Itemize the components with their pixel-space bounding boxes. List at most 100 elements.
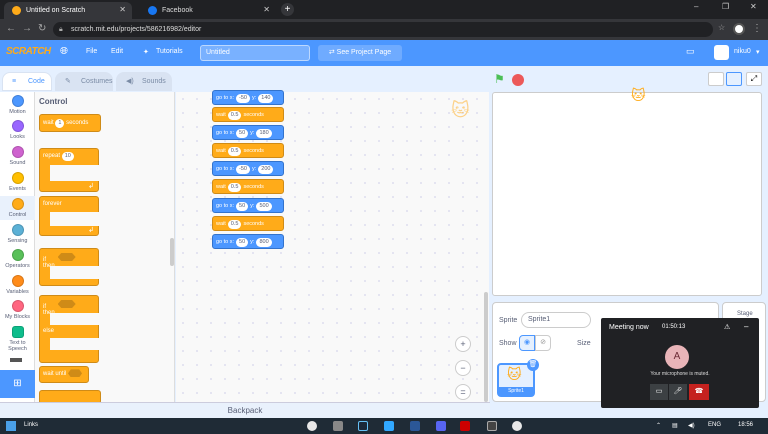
category-sensing[interactable]: Sensing	[0, 224, 35, 244]
reload-icon[interactable]: ↻	[38, 23, 46, 34]
y-input[interactable]: 180	[256, 129, 272, 138]
chrome-icon[interactable]	[307, 421, 317, 431]
category-events[interactable]: Events	[0, 172, 35, 192]
category-my-blocks[interactable]: My Blocks	[0, 300, 35, 320]
seconds-input[interactable]: 0.5	[227, 147, 242, 156]
menu-file[interactable]: File	[86, 48, 97, 55]
show-visible-icon[interactable]: ◉	[519, 335, 535, 351]
back-icon[interactable]: ←	[6, 23, 16, 34]
hide-icon[interactable]: ⊘	[535, 335, 551, 351]
network-icon[interactable]: ▤	[672, 422, 678, 429]
seconds-input[interactable]: 0.5	[227, 183, 242, 192]
app-icon[interactable]	[333, 421, 343, 431]
y-input[interactable]: 500	[256, 202, 272, 211]
category-motion[interactable]: Motion	[0, 95, 35, 115]
y-input[interactable]: 800	[256, 238, 272, 247]
block-wait[interactable]: wait 0.5 seconds	[212, 179, 284, 194]
block-wait[interactable]: wait 0.5 seconds	[212, 107, 284, 122]
zoom-in-button[interactable]: +	[455, 336, 471, 352]
category-control[interactable]: Control	[0, 196, 35, 220]
block-goto-xy[interactable]: go to x: 50 y: 500	[212, 198, 284, 213]
camera-icon[interactable]: ▭	[650, 384, 668, 400]
x-input[interactable]: -50	[236, 94, 250, 103]
maximize-button[interactable]: ❐	[722, 2, 729, 11]
x-input[interactable]: 50	[236, 129, 249, 138]
seconds-input[interactable]: 0.5	[227, 111, 242, 120]
category-sound[interactable]: Sound	[0, 146, 35, 166]
star-icon[interactable]: ☆	[718, 23, 725, 32]
block-wait[interactable]: wait 0.5 seconds	[212, 216, 284, 231]
condition-slot[interactable]	[68, 369, 83, 378]
y-input[interactable]: 140	[258, 94, 274, 103]
sprite-name-input[interactable]: Sprite1	[521, 312, 591, 328]
block-forever[interactable]: forever ↲	[39, 196, 100, 236]
project-title-input[interactable]: Untitled	[200, 45, 310, 61]
app-icon[interactable]	[460, 421, 470, 431]
sprite-on-stage[interactable]: 🐱︎	[631, 87, 646, 104]
category-looks[interactable]: Looks	[0, 120, 35, 140]
x-input[interactable]: 50	[236, 238, 249, 247]
seconds-input[interactable]: 0.5	[227, 220, 242, 229]
menu-edit[interactable]: Edit	[111, 48, 123, 55]
chevron-down-icon[interactable]: ▾	[756, 48, 760, 56]
zoom-out-button[interactable]: −	[455, 360, 471, 376]
forward-icon[interactable]: →	[22, 23, 32, 34]
minimize-meeting-button[interactable]: –	[744, 322, 748, 331]
tab-untitled-scratch[interactable]: Untitled on Scratch ✕	[4, 2, 132, 19]
new-tab-button[interactable]: +	[281, 3, 294, 16]
menu-icon[interactable]: ⋮	[752, 23, 762, 34]
fullscreen-icon[interactable]: ⤢	[746, 72, 762, 86]
clock[interactable]: 18:56	[738, 422, 753, 428]
stage-canvas[interactable]: 🐱︎	[492, 87, 762, 296]
block-input[interactable]: 1	[55, 119, 65, 128]
condition-slot[interactable]	[57, 253, 76, 261]
block-repeat[interactable]: repeat 10 ↲	[39, 148, 100, 192]
block-goto-xy[interactable]: go to x: -50 y: 140	[212, 90, 284, 105]
block-if-else[interactable]: if then else	[39, 295, 100, 363]
globe-icon[interactable]: 🌐︎	[60, 46, 68, 57]
category-operators[interactable]: Operators	[0, 249, 35, 269]
close-icon[interactable]: ✕	[119, 5, 126, 14]
stop-icon[interactable]	[512, 74, 524, 86]
language-indicator[interactable]: ENG	[708, 422, 721, 428]
tab-code[interactable]: ≡ Code	[2, 72, 52, 91]
y-input[interactable]: 200	[258, 165, 274, 174]
scratch-logo[interactable]: SCRATCH	[6, 46, 51, 57]
palette-scrollbar[interactable]	[170, 238, 174, 266]
close-icon[interactable]: ✕	[263, 5, 270, 14]
warning-icon[interactable]: ⚠	[724, 323, 730, 331]
minimize-button[interactable]: –	[694, 2, 698, 11]
backpack-bar[interactable]: Backpack	[0, 402, 490, 418]
block-repeat-until[interactable]	[39, 390, 101, 402]
tab-costumes[interactable]: ✎ Costumes	[55, 72, 113, 91]
see-project-page-button[interactable]: ⇄ See Project Page	[318, 45, 402, 61]
profile-icon[interactable]	[733, 23, 745, 35]
mic-off-icon[interactable]: 🎤︎	[669, 384, 687, 400]
steam-icon[interactable]	[358, 421, 368, 431]
discord-icon[interactable]	[436, 421, 446, 431]
category-variables[interactable]: Variables	[0, 275, 35, 295]
volume-icon[interactable]: ◀)	[688, 422, 695, 429]
condition-slot[interactable]	[57, 300, 76, 308]
delete-sprite-icon[interactable]: 🗑︎	[527, 359, 539, 371]
links-toolbar[interactable]: Links	[24, 422, 38, 428]
folder-icon[interactable]: ▭	[686, 46, 695, 57]
hang-up-icon[interactable]: ☎	[689, 384, 709, 400]
small-stage-button[interactable]	[708, 72, 724, 86]
script-scrollbar[interactable]	[484, 292, 488, 402]
zoom-reset-button[interactable]: =	[455, 384, 471, 400]
tab-sounds[interactable]: ◀) Sounds	[116, 72, 172, 91]
block-goto-xy[interactable]: go to x: -50 y: 200	[212, 161, 284, 176]
block-if-then[interactable]: if then	[39, 248, 100, 286]
category-text-to-speech[interactable]: Text to Speech	[0, 326, 35, 352]
video-sensing-icon[interactable]	[10, 358, 22, 362]
menu-tutorials[interactable]: Tutorials	[156, 48, 183, 55]
add-extension-button[interactable]: ⊞	[0, 370, 35, 398]
block-wait[interactable]: wait 0.5 seconds	[212, 143, 284, 158]
chevron-up-icon[interactable]: ⌃	[656, 422, 661, 429]
x-input[interactable]: 50	[236, 202, 249, 211]
block-goto-xy[interactable]: go to x: 50 y: 180	[212, 125, 284, 140]
close-window-button[interactable]: ✕	[750, 2, 757, 11]
block-wait-until[interactable]: wait until	[39, 366, 89, 383]
url-input[interactable]: 🔒︎ scratch.mit.edu/projects/586216982/ed…	[53, 22, 713, 37]
